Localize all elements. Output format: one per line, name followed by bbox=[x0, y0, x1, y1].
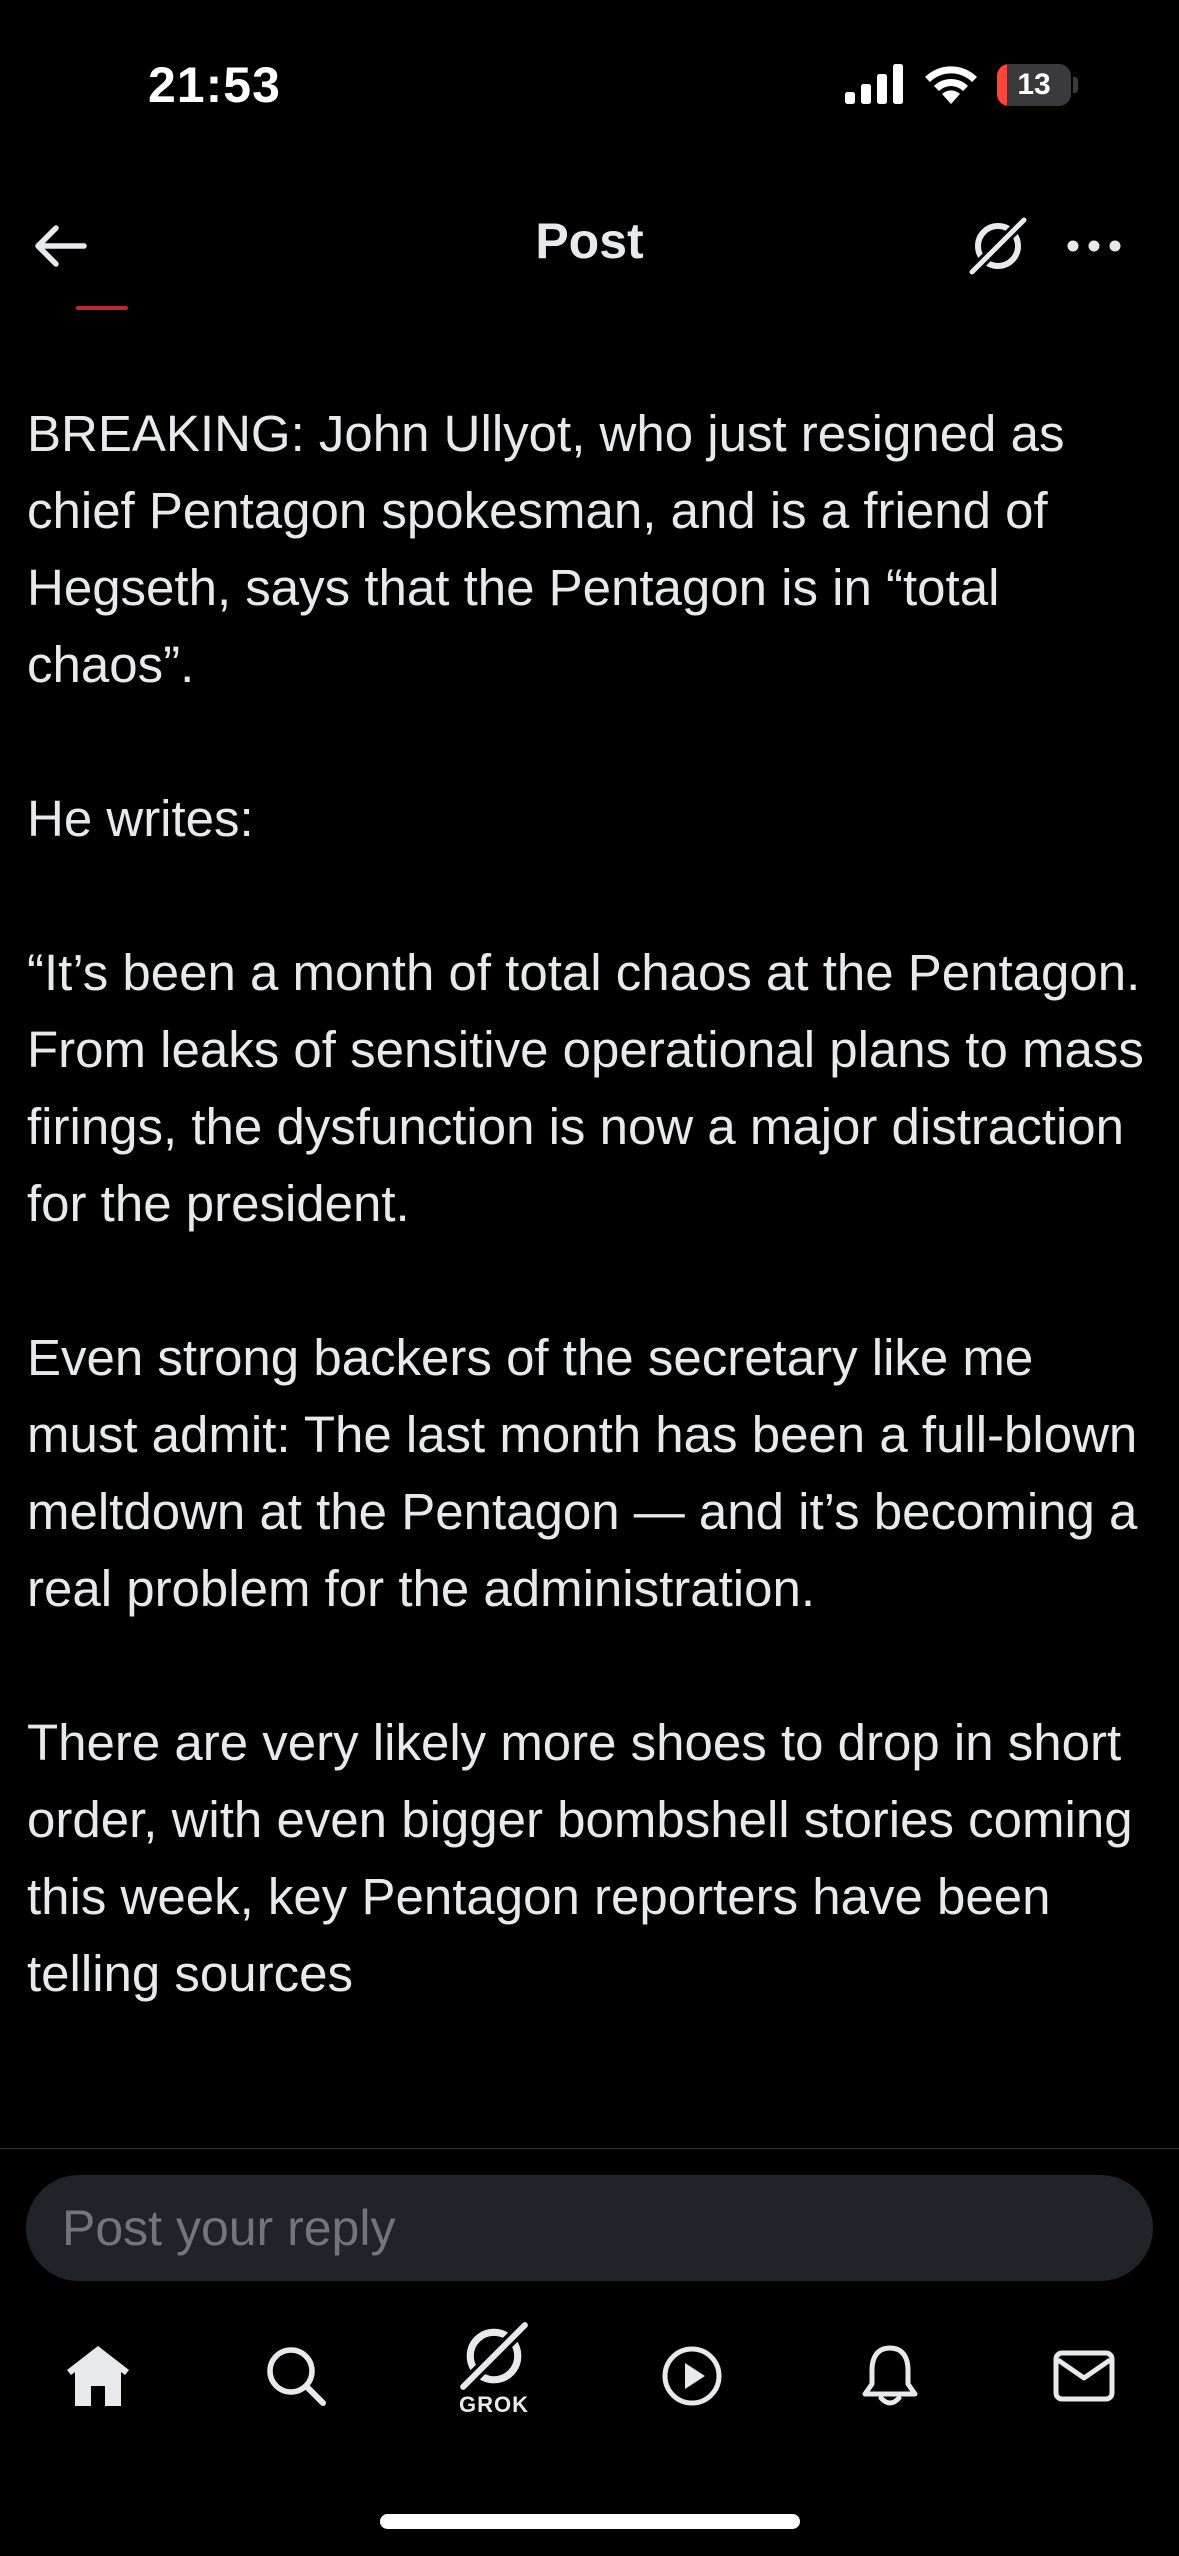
grok-button[interactable] bbox=[960, 208, 1036, 284]
tab-grok[interactable]: GROK bbox=[444, 2318, 544, 2418]
more-options-button[interactable] bbox=[1056, 208, 1132, 284]
battery-percentage: 13 bbox=[1017, 68, 1051, 101]
status-time: 21:53 bbox=[148, 57, 281, 113]
post-paragraph: Even strong backers of the secretary lik… bbox=[27, 1329, 1138, 1617]
battery-indicator: 13 bbox=[997, 64, 1078, 106]
play-circle-icon bbox=[662, 2346, 722, 2406]
cellular-signal-icon bbox=[845, 64, 905, 104]
reply-bar bbox=[0, 2148, 1179, 2299]
more-horizontal-icon bbox=[1067, 240, 1121, 252]
bottom-tab-bar: GROK bbox=[0, 2298, 1179, 2448]
post-paragraph: He writes: bbox=[27, 790, 254, 847]
tab-notifications[interactable] bbox=[840, 2326, 940, 2426]
post-text: BREAKING: John Ullyot, who just resigned… bbox=[27, 395, 1157, 2145]
reply-input[interactable] bbox=[26, 2175, 1153, 2281]
avatar-edge-accent bbox=[76, 306, 128, 310]
tab-video[interactable] bbox=[642, 2326, 742, 2426]
grok-icon bbox=[458, 2320, 530, 2392]
home-indicator[interactable] bbox=[380, 2514, 800, 2529]
nav-header: Post bbox=[0, 190, 1179, 300]
status-bar: 21:53 13 bbox=[0, 0, 1179, 170]
tab-grok-label: GROK bbox=[459, 2392, 529, 2417]
mail-icon bbox=[1053, 2350, 1115, 2402]
tab-search[interactable] bbox=[246, 2326, 346, 2426]
bell-icon bbox=[862, 2345, 918, 2406]
wifi-icon bbox=[922, 60, 980, 104]
tab-home[interactable] bbox=[48, 2326, 148, 2426]
home-icon bbox=[67, 2346, 129, 2406]
tab-messages[interactable] bbox=[1034, 2326, 1134, 2426]
search-icon bbox=[267, 2347, 326, 2406]
post-paragraph: There are very likely more shoes to drop… bbox=[27, 1714, 1133, 2002]
post-paragraph: “It’s been a month of total chaos at the… bbox=[27, 944, 1144, 1232]
post-paragraph: BREAKING: John Ullyot, who just resigned… bbox=[27, 405, 1065, 693]
grok-icon bbox=[968, 216, 1028, 276]
